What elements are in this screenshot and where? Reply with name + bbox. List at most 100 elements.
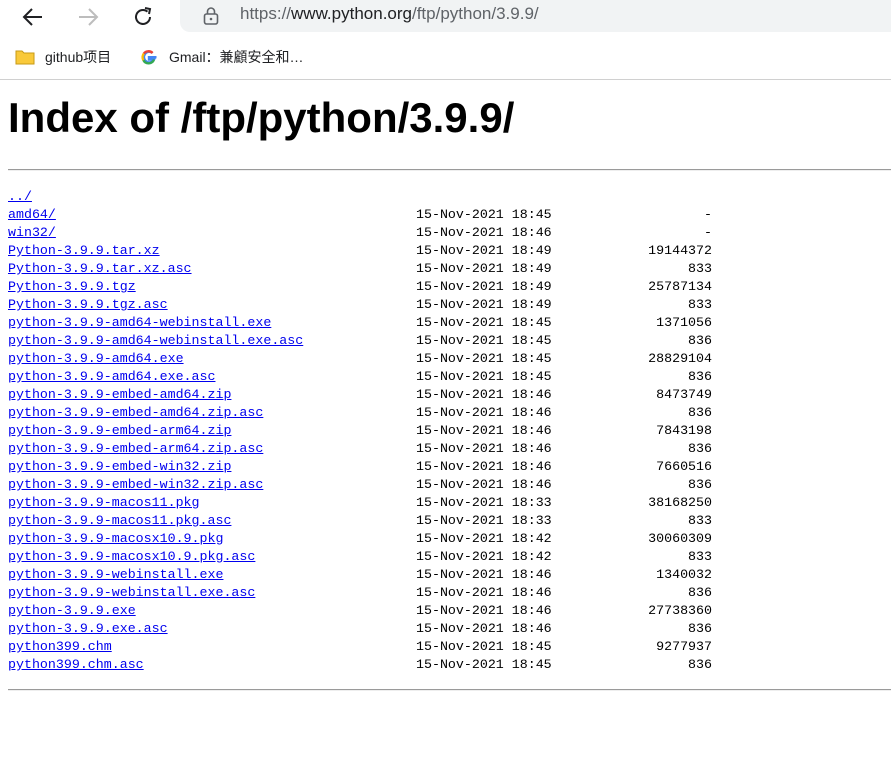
parent-directory-link[interactable]: ../ [8,188,32,206]
file-size: 836 [688,657,712,672]
file-row: win32/15-Nov-2021 18:46 - [8,224,891,242]
file-row: python-3.9.9-macos11.pkg.asc 15-Nov-2021 … [8,512,891,530]
file-link[interactable]: python-3.9.9-embed-win32.zip [8,458,231,476]
file-date: 15-Nov-2021 18:46 [416,567,552,582]
folder-icon [15,47,35,67]
file-row: python-3.9.9-embed-win32.zip.asc 15-Nov-2… [8,476,891,494]
file-link[interactable]: Python-3.9.9.tgz [8,278,136,296]
file-link[interactable]: python-3.9.9.exe.asc [8,620,168,638]
file-link[interactable]: python-3.9.9-macosx10.9.pkg [8,530,223,548]
file-link[interactable]: python-3.9.9.exe [8,602,136,620]
file-row: python-3.9.9-amd64.exe.asc 15-Nov-2021 18… [8,368,891,386]
reload-button[interactable] [123,0,163,34]
file-link[interactable]: python-3.9.9-macos11.pkg.asc [8,512,231,530]
file-link[interactable]: python-3.9.9-amd64-webinstall.exe [8,314,271,332]
file-listing: ../ amd64/15-Nov-2021 18:45- win32/15-Nov… [8,188,891,674]
file-size: 836 [688,621,712,636]
parent-row: ../ [8,188,891,206]
file-date: 15-Nov-2021 18:42 [416,549,552,564]
bookmark-github[interactable]: github项目 [15,45,111,69]
file-link[interactable]: python-3.9.9-macosx10.9.pkg.asc [8,548,255,566]
file-row: python-3.9.9-macosx10.9.pkg.asc 15-Nov-20… [8,548,891,566]
file-link[interactable]: python-3.9.9-amd64.exe.asc [8,368,215,386]
file-size: 836 [688,477,712,492]
file-row: python-3.9.9-macosx10.9.pkg 15-Nov-2021 1… [8,530,891,548]
file-date: 15-Nov-2021 18:46 [416,441,552,456]
file-size: 7843198 [656,423,712,438]
bookmark-gmail[interactable]: Gmail：兼顧安全和… [139,45,304,69]
file-link[interactable]: Python-3.9.9.tar.xz.asc [8,260,192,278]
file-size: 836 [688,441,712,456]
file-link[interactable]: python-3.9.9-amd64.exe [8,350,184,368]
file-size: 19144372 [648,243,712,258]
file-row: python399.chm 15-Nov-2021 18:45 9277937 [8,638,891,656]
file-link[interactable]: python-3.9.9-macos11.pkg [8,494,200,512]
file-row: Python-3.9.9.tgz.asc 15-Nov-2021 18:49 833 [8,296,891,314]
top-divider [8,169,891,171]
file-row: python399.chm.asc 15-Nov-2021 18:45 836 [8,656,891,674]
bookmarks-bar: github项目 Gmail：兼顧安全和… [0,40,891,74]
file-date: 15-Nov-2021 18:45 [416,351,552,366]
file-link[interactable]: win32/ [8,224,56,242]
file-size: 1340032 [656,567,712,582]
url-host: www.python.org [291,4,412,23]
file-link[interactable]: python-3.9.9-embed-amd64.zip [8,386,231,404]
file-link[interactable]: python399.chm [8,638,112,656]
file-date: 15-Nov-2021 18:49 [416,297,552,312]
file-date: 15-Nov-2021 18:33 [416,495,552,510]
arrow-left-icon [22,8,42,26]
file-size: 833 [688,261,712,276]
file-row: Python-3.9.9.tar.xz.asc 15-Nov-2021 18:49… [8,260,891,278]
file-size: 836 [688,369,712,384]
file-date: 15-Nov-2021 18:46 [416,585,552,600]
file-size: 38168250 [648,495,712,510]
url-prefix: https:// [240,4,292,23]
chrome-divider [0,79,891,80]
file-link[interactable]: Python-3.9.9.tgz.asc [8,296,168,314]
file-date: 15-Nov-2021 18:46 [416,387,552,402]
file-row: python-3.9.9-macos11.pkg 15-Nov-2021 18:3… [8,494,891,512]
file-date: 15-Nov-2021 18:46 [416,225,552,240]
file-row: python-3.9.9-embed-win32.zip 15-Nov-2021 … [8,458,891,476]
url-path: /ftp/python/3.9.9/ [411,4,539,23]
file-size: 833 [688,549,712,564]
file-size: 1371056 [656,315,712,330]
file-link[interactable]: Python-3.9.9.tar.xz [8,242,160,260]
file-row: python-3.9.9-amd64.exe 15-Nov-2021 18:45 2… [8,350,891,368]
file-link[interactable]: python399.chm.asc [8,656,144,674]
address-bar[interactable]: https://www.python.org/ftp/python/3.9.9/ [180,0,891,32]
file-size: 25787134 [648,279,712,294]
back-button[interactable] [13,0,53,34]
file-link[interactable]: amd64/ [8,206,56,224]
lock-icon[interactable] [202,6,220,26]
file-link[interactable]: python-3.9.9-embed-arm64.zip.asc [8,440,263,458]
file-size: 9277937 [656,639,712,654]
page-title: Index of /ftp/python/3.9.9/ [8,94,515,141]
file-link[interactable]: python-3.9.9-embed-arm64.zip [8,422,231,440]
file-date: 15-Nov-2021 18:45 [416,657,552,672]
file-row: python-3.9.9.exe.asc 15-Nov-2021 18:46 836 [8,620,891,638]
google-icon [139,47,159,67]
file-date: 15-Nov-2021 18:45 [416,315,552,330]
forward-button[interactable] [68,0,108,34]
file-date: 15-Nov-2021 18:46 [416,405,552,420]
file-row: python-3.9.9-webinstall.exe.asc 15-Nov-20… [8,584,891,602]
arrow-right-icon [79,8,99,26]
reload-icon [135,7,152,25]
file-link[interactable]: python-3.9.9-webinstall.exe.asc [8,584,255,602]
file-date: 15-Nov-2021 18:45 [416,207,552,222]
file-date: 15-Nov-2021 18:49 [416,261,552,276]
file-size: - [704,225,712,240]
file-row: python-3.9.9-embed-amd64.zip.asc 15-Nov-2… [8,404,891,422]
file-date: 15-Nov-2021 18:49 [416,279,552,294]
url-text[interactable]: https://www.python.org/ftp/python/3.9.9/ [240,4,539,24]
bookmark-label: Gmail：兼顧安全和… [169,49,304,65]
file-link[interactable]: python-3.9.9-embed-win32.zip.asc [8,476,263,494]
file-date: 15-Nov-2021 18:33 [416,513,552,528]
file-link[interactable]: python-3.9.9-webinstall.exe [8,566,223,584]
file-link[interactable]: python-3.9.9-embed-amd64.zip.asc [8,404,263,422]
file-link[interactable]: python-3.9.9-amd64-webinstall.exe.asc [8,332,303,350]
file-size: 836 [688,333,712,348]
browser-toolbar: https://www.python.org/ftp/python/3.9.9/ [0,0,891,34]
file-date: 15-Nov-2021 18:49 [416,243,552,258]
